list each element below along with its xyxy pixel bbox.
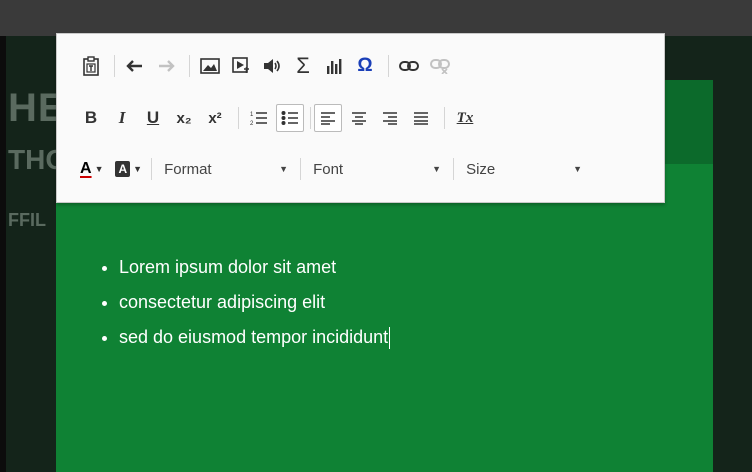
- toolbar-row-insert: Σ Ω: [77, 49, 457, 83]
- background-color-icon: A: [115, 161, 131, 177]
- font-dropdown[interactable]: Font ▼: [307, 155, 447, 183]
- svg-text:1: 1: [250, 112, 254, 118]
- toolbar-separator: [388, 55, 389, 77]
- redo-icon: [159, 60, 175, 72]
- unlink-icon: [430, 59, 450, 74]
- audio-icon: [264, 59, 280, 73]
- toolbar-separator: [300, 158, 302, 180]
- align-center-button[interactable]: [345, 104, 373, 132]
- insert-image-button[interactable]: [196, 52, 224, 80]
- insert-audio-button[interactable]: [258, 52, 286, 80]
- chevron-down-icon: ▼: [133, 164, 143, 174]
- justify-button[interactable]: [407, 104, 435, 132]
- insert-link-button[interactable]: [395, 52, 423, 80]
- rich-text-toolbar: Σ Ω B I U x₂ x² 1 2 Tx A ▼ A ▼ Format ▼ …: [56, 33, 665, 203]
- toolbar-separator: [189, 55, 190, 77]
- remove-format-icon: Tx: [456, 109, 474, 126]
- align-right-button[interactable]: [376, 104, 404, 132]
- toolbar-separator: [310, 107, 311, 129]
- size-dropdown-label: Size: [466, 160, 496, 178]
- editor-content[interactable]: Lorem ipsum dolor sit amet consectetur a…: [95, 250, 391, 355]
- toolbar-separator: [114, 55, 115, 77]
- top-bar: [0, 0, 752, 36]
- numbered-list-button[interactable]: 1 2: [245, 104, 273, 132]
- unlink-button[interactable]: [426, 52, 454, 80]
- left-strip: [0, 36, 6, 472]
- chevron-down-icon: ▼: [94, 164, 104, 174]
- chart-icon: [327, 59, 342, 74]
- image-icon: [200, 58, 220, 74]
- toolbar-separator: [151, 158, 153, 180]
- paste-as-text-button[interactable]: [77, 52, 105, 80]
- italic-button[interactable]: I: [108, 104, 136, 132]
- numbered-list-icon: 1 2: [250, 112, 267, 126]
- superscript-button[interactable]: x²: [201, 104, 229, 132]
- list-item[interactable]: Lorem ipsum dolor sit amet: [119, 250, 390, 285]
- bulleted-list-button[interactable]: [276, 104, 304, 132]
- chevron-down-icon: ▼: [573, 164, 583, 174]
- font-dropdown-label: Font: [313, 160, 344, 178]
- list-item[interactable]: consectetur adipiscing elit: [119, 285, 390, 320]
- flash-icon: [232, 57, 249, 73]
- format-dropdown-label: Format: [164, 160, 212, 178]
- toolbar-row-formatting: B I U x₂ x² 1 2 Tx: [77, 101, 482, 135]
- redo-button[interactable]: [152, 52, 180, 80]
- chevron-down-icon: ▼: [279, 164, 289, 174]
- font-color-icon: A: [80, 160, 92, 177]
- list-item-text[interactable]: sed do eiusmod tempor incididunt: [119, 327, 388, 347]
- toolbar-separator: [453, 158, 455, 180]
- undo-icon: [126, 60, 142, 72]
- chevron-down-icon: ▼: [432, 164, 442, 174]
- remove-format-button[interactable]: Tx: [451, 104, 479, 132]
- background-affiliation-text: FFIL: [8, 210, 46, 230]
- text-cursor: [389, 327, 391, 350]
- special-character-button[interactable]: Ω: [351, 52, 379, 80]
- toolbar-separator: [444, 107, 445, 129]
- subscript-button[interactable]: x₂: [170, 104, 198, 132]
- bulleted-list-icon: [281, 111, 298, 125]
- toolbar-separator: [238, 107, 239, 129]
- insert-math-button[interactable]: Σ: [289, 52, 317, 80]
- special-char-icon: Ω: [357, 55, 373, 76]
- font-color-button[interactable]: A ▼: [77, 155, 106, 183]
- align-left-icon: [321, 112, 335, 125]
- svg-text:2: 2: [250, 121, 254, 126]
- sigma-icon: Σ: [296, 53, 310, 78]
- list-item[interactable]: sed do eiusmod tempor incididunt: [119, 320, 391, 355]
- bulleted-list[interactable]: Lorem ipsum dolor sit amet consectetur a…: [95, 250, 391, 355]
- size-dropdown[interactable]: Size ▼: [460, 155, 588, 183]
- paste-text-icon: [83, 56, 99, 76]
- link-icon: [399, 61, 419, 71]
- justify-icon: [414, 112, 428, 125]
- align-right-icon: [383, 112, 397, 125]
- insert-chart-button[interactable]: [320, 52, 348, 80]
- background-color-button[interactable]: A ▼: [112, 155, 145, 183]
- align-center-icon: [352, 112, 366, 125]
- align-left-button[interactable]: [314, 104, 342, 132]
- bold-button[interactable]: B: [77, 104, 105, 132]
- format-dropdown[interactable]: Format ▼: [158, 155, 294, 183]
- insert-media-button[interactable]: [227, 52, 255, 80]
- underline-button[interactable]: U: [139, 104, 167, 132]
- undo-button[interactable]: [121, 52, 149, 80]
- toolbar-row-styles: A ▼ A ▼ Format ▼ Font ▼ Size ▼: [77, 152, 588, 186]
